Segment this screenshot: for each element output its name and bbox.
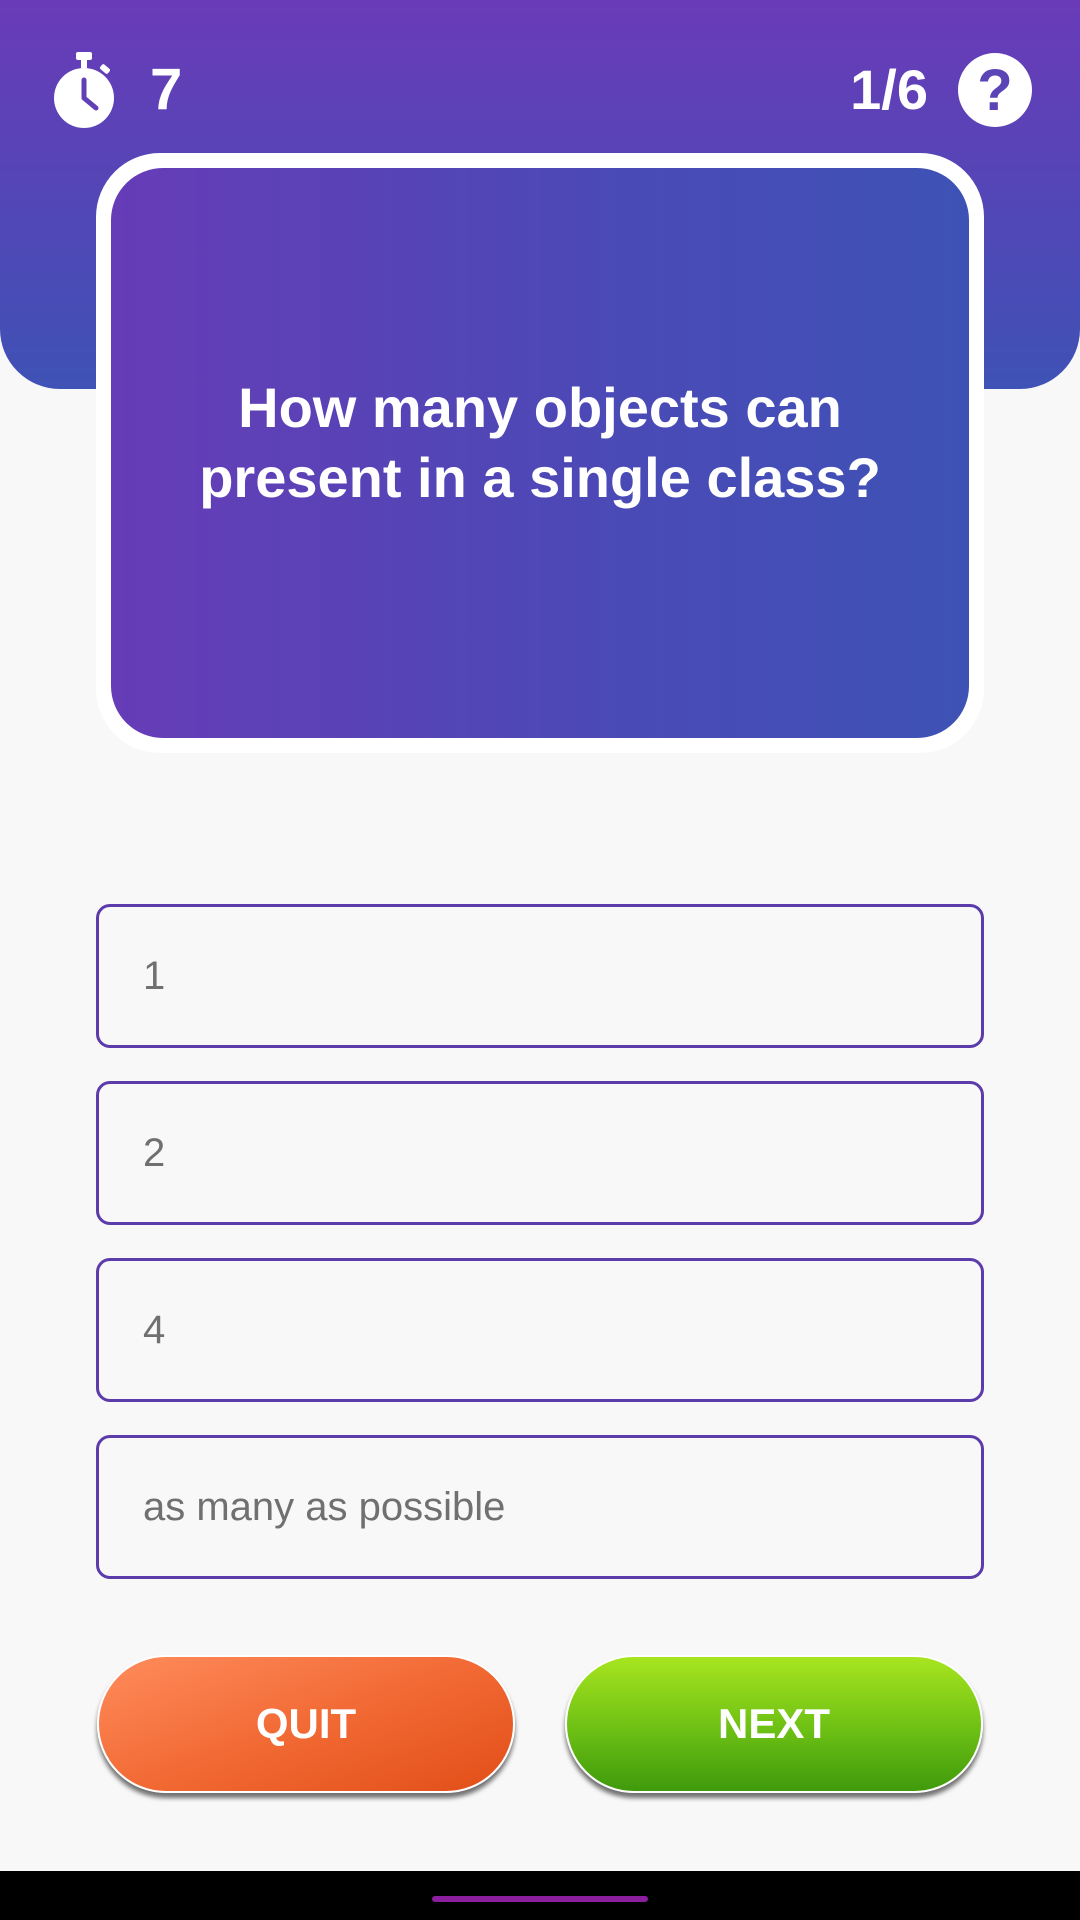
home-gesture-handle[interactable]	[432, 1896, 648, 1902]
answer-option-3[interactable]: 4	[96, 1258, 984, 1402]
system-navigation-bar	[0, 1871, 1080, 1920]
answer-option-label: as many as possible	[143, 1484, 506, 1529]
help-glyph: ?	[977, 58, 1013, 123]
timer-value: 7	[150, 57, 183, 122]
answer-option-label: 1	[143, 953, 166, 998]
answer-option-label: 2	[143, 1130, 166, 1175]
question-text: How many objects can present in a single…	[199, 376, 881, 509]
question-progress: 1/6 ?	[850, 50, 1032, 130]
next-button-label: NEXT	[717, 1700, 830, 1747]
quit-button[interactable]: QUIT	[97, 1655, 515, 1793]
question-card-inner: How many objects can present in a single…	[111, 168, 969, 738]
answer-option-4[interactable]: as many as possible	[96, 1435, 984, 1579]
question-mark-icon[interactable]: ?	[958, 53, 1032, 127]
quit-button-label: QUIT	[255, 1700, 357, 1747]
stopwatch-icon	[54, 52, 114, 128]
answer-option-2[interactable]: 2	[96, 1081, 984, 1225]
question-card: How many objects can present in a single…	[96, 153, 984, 753]
progress-text: 1/6	[850, 58, 928, 121]
answer-option-label: 4	[143, 1307, 166, 1352]
answer-option-1[interactable]: 1	[96, 904, 984, 1048]
timer: 7	[52, 50, 182, 130]
next-button[interactable]: NEXT	[565, 1655, 983, 1793]
